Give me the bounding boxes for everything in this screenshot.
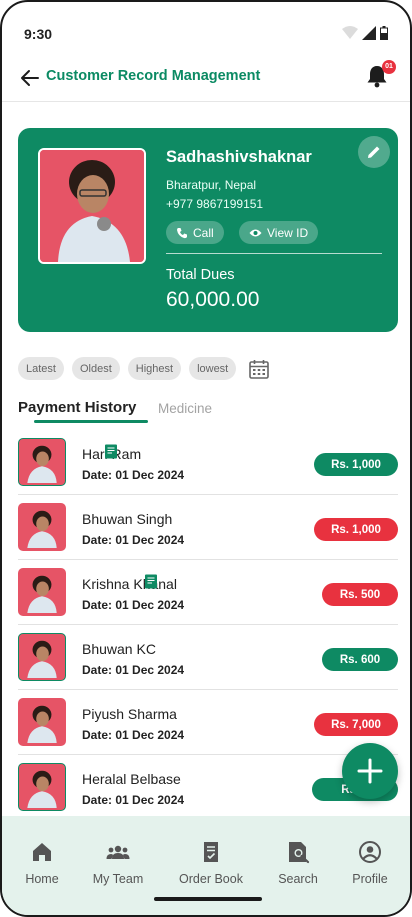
filter-lowest[interactable]: lowest [189, 357, 237, 380]
table-row[interactable]: Heralal BelbaseDate: 01 Dec 2024Rs. 3 [18, 755, 398, 816]
nav-home[interactable]: Home [2, 840, 82, 886]
battery-icon [380, 26, 388, 40]
nav-search-label: Search [278, 872, 318, 886]
nav-search[interactable]: Search [258, 840, 338, 886]
document-icon[interactable] [144, 574, 158, 589]
payment-date: Date: 01 Dec 2024 [82, 598, 185, 612]
notification-badge: 01 [382, 60, 396, 74]
status-bar: 9:30 [2, 2, 410, 58]
call-label: Call [193, 225, 214, 240]
notification-button[interactable]: 01 [366, 60, 396, 90]
payment-date: Date: 01 Dec 2024 [82, 468, 185, 482]
customer-name: Sadhashivshaknar [166, 148, 312, 166]
edit-profile-button[interactable] [358, 136, 390, 168]
amount-badge: Rs. 500 [322, 583, 398, 606]
payment-date: Date: 01 Dec 2024 [82, 728, 185, 742]
filter-oldest[interactable]: Oldest [71, 357, 120, 380]
nav-profile-label: Profile [352, 872, 388, 886]
avatar [18, 503, 66, 551]
nav-profile[interactable]: Profile [330, 840, 410, 886]
table-row[interactable]: Krishna Khanal Date: 01 Dec 2024 Rs. 500 [18, 560, 398, 625]
filter-bar: Latest Oldest Highest lowest [18, 357, 270, 380]
call-button[interactable]: Call [166, 221, 224, 244]
wifi-icon [342, 26, 358, 39]
plus-icon [357, 758, 383, 784]
phone-frame: 9:30 Customer Record Management 01 Sadha… [0, 0, 412, 917]
profile-card: Sadhashivshaknar Bharatpur, Nepal +977 9… [18, 128, 398, 332]
tab-indicator [34, 420, 148, 423]
table-row[interactable]: Bhuwan Singh Date: 01 Dec 2024 Rs. 1,000 [18, 495, 398, 560]
table-row[interactable]: Hari Ram Date: 01 Dec 2024 Rs. 1,000 [18, 430, 398, 495]
filter-latest[interactable]: Latest [18, 357, 64, 380]
customer-name: Bhuwan Singh [82, 511, 173, 527]
nav-my-team[interactable]: My Team [78, 840, 158, 886]
table-row[interactable]: Bhuwan KC Date: 01 Dec 2024 Rs. 600 [18, 625, 398, 690]
app-bar: Customer Record Management 01 [2, 58, 410, 102]
customer-name: Heralal Belbase [82, 771, 181, 787]
status-time: 9:30 [24, 26, 53, 42]
nav-home-label: Home [25, 872, 59, 886]
total-dues-label: Total Dues [166, 267, 235, 283]
amount-badge: Rs. 1,000 [314, 453, 398, 476]
customer-name: Krishna Khanal [82, 576, 177, 592]
calendar-icon[interactable] [248, 358, 270, 380]
customer-phone: +977 9867199151 [166, 197, 264, 211]
search-icon [289, 842, 310, 864]
signal-icon [362, 26, 376, 40]
nav-order-book[interactable]: Order Book [171, 840, 251, 886]
back-arrow-icon[interactable] [18, 66, 42, 90]
nav-my-team-label: My Team [92, 872, 144, 886]
pencil-icon [368, 146, 380, 158]
status-icons [342, 26, 388, 40]
eye-icon [249, 229, 262, 236]
tab-medicine[interactable]: Medicine [158, 401, 212, 416]
customer-name: Bhuwan KC [82, 641, 156, 657]
table-row[interactable]: Piyush Sharma Date: 01 Dec 2024 Rs. 7,000 [18, 690, 398, 755]
payment-date: Date: 01 Dec 2024 [82, 533, 185, 547]
customer-address: Bharatpur, Nepal [166, 178, 257, 192]
amount-badge: Rs. 600 [322, 648, 398, 671]
avatar [18, 633, 66, 681]
avatar [18, 763, 66, 811]
home-icon [33, 843, 51, 861]
avatar [18, 568, 66, 616]
profile-photo [38, 148, 146, 264]
view-id-label: View ID [267, 225, 309, 240]
amount-badge: Rs. 7,000 [314, 713, 398, 736]
page-title: Customer Record Management [46, 68, 261, 84]
document-icon[interactable] [104, 444, 118, 459]
payment-date: Date: 01 Dec 2024 [82, 663, 185, 677]
profile-icon [359, 841, 381, 863]
card-divider [166, 253, 382, 254]
avatar [18, 438, 66, 486]
bottom-nav: Home My Team Order Book Search Profile [2, 816, 410, 915]
payment-date: Date: 01 Dec 2024 [82, 793, 185, 807]
filter-highest[interactable]: Highest [127, 357, 182, 380]
order-book-icon [204, 842, 218, 862]
view-id-button[interactable]: View ID [239, 221, 319, 244]
tab-payment-history[interactable]: Payment History [18, 399, 136, 416]
team-icon [106, 845, 130, 859]
nav-order-book-label: Order Book [179, 872, 243, 886]
avatar [18, 698, 66, 746]
home-indicator [154, 897, 262, 901]
tab-bar: Payment History Medicine [18, 399, 318, 427]
customer-name: Piyush Sharma [82, 706, 177, 722]
add-record-button[interactable] [342, 743, 398, 799]
amount-badge: Rs. 1,000 [314, 518, 398, 541]
phone-icon [177, 227, 187, 238]
total-dues-value: 60,000.00 [166, 288, 260, 311]
